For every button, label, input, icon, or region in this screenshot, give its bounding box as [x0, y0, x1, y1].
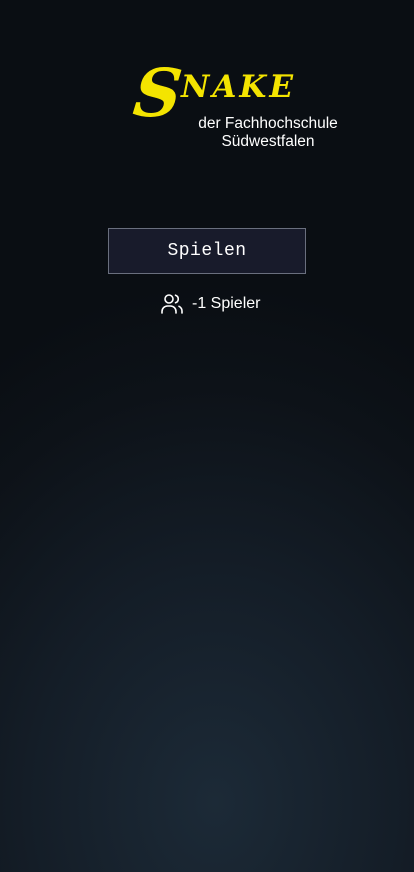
subtitle-line-2: Südwestfalen — [221, 133, 315, 150]
subtitle-line-1: der Fachhochschule — [198, 115, 338, 132]
play-button[interactable]: Spielen — [108, 228, 306, 274]
player-count: -1 Spieler — [160, 291, 260, 317]
logo-title: NAKE — [181, 69, 296, 105]
game-logo: S NAKE der Fachhochschule Südwestfalen — [0, 0, 414, 170]
player-count-text: -1 Spieler — [192, 295, 261, 312]
logo-subtitle: der Fachhochschule Südwestfalen — [186, 115, 350, 151]
logo-initial: S — [129, 54, 186, 132]
users-icon — [160, 292, 184, 316]
